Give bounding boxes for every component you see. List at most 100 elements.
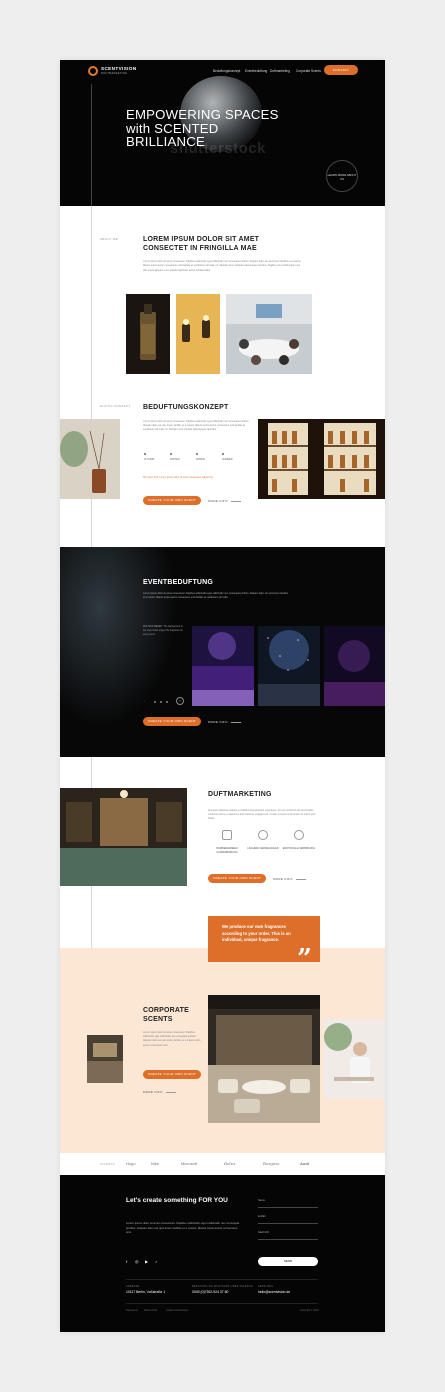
accessibility-icon [222, 830, 232, 840]
corporate-text: Lorem ipsum dolor sit amet consectetur. … [143, 1031, 201, 1047]
concept-more-link[interactable]: MORE INFO [208, 499, 241, 503]
phone-link[interactable]: 0049 (0)7262-924 37 80 [192, 1290, 228, 1294]
corporate-cta-button[interactable]: CREATE YOUR OWN SCENT [143, 1070, 201, 1079]
carousel-dot[interactable] [160, 701, 162, 703]
email-field-label: E-Mail [258, 1215, 266, 1218]
cookie-settings-link[interactable]: Cookie-Einstellungen [166, 1309, 189, 1312]
season-autumn: AUTUMN [144, 458, 155, 461]
quote-text: We produce our own fragrances according … [222, 924, 291, 943]
perfume-shelf-image [258, 419, 385, 499]
emotion-icon [294, 830, 304, 840]
concept-text: Lorem ipsum dolor sit amet consectetur. … [143, 420, 250, 432]
client-logo: Rolex [224, 1161, 236, 1166]
logo-icon[interactable] [88, 66, 98, 76]
nav-item-corporate-scents[interactable]: Corporate Scents [296, 69, 321, 73]
clock-icon [258, 830, 268, 840]
brand-name[interactable]: SCENTVISION [101, 66, 137, 71]
corporate-more-link[interactable]: MORE INFO [143, 1090, 176, 1094]
lounge-small-image [87, 1035, 123, 1083]
privacy-link[interactable]: Datenschutz [144, 1309, 157, 1312]
footer-title: Let's create something FOR YOU [126, 1197, 228, 1204]
footer: Let's create something FOR YOU Lorem ips… [60, 1175, 385, 1332]
learn-more-circle-button[interactable]: LEARN MORE ABOUT US [326, 160, 358, 192]
concept-label: DUFTIG KONZEPT [100, 404, 131, 408]
address-value: 10117 Berlin, Voßstraße 1 [126, 1290, 166, 1294]
client-logo: Audi [300, 1161, 309, 1166]
send-button[interactable]: SEND [258, 1257, 318, 1266]
feature-label-1: BARRIEREFREIEN KUNDENBINDUNG [216, 847, 238, 854]
season-summer: SUMMER [222, 458, 233, 461]
email-field[interactable] [258, 1223, 318, 1224]
name-field[interactable] [258, 1207, 318, 1208]
concept-cta-button[interactable]: CREATE YOUR OWN SCENT [143, 496, 201, 505]
contact-button[interactable]: KONTAKT [324, 65, 358, 75]
name-field-label: Name [258, 1199, 265, 1202]
season-dot [170, 453, 172, 455]
corporate-lounge-image [208, 995, 320, 1123]
event-section: EVENTBEDUFTUNG Lorem ipsum dolor sit ame… [60, 547, 385, 757]
marketing-more-link[interactable]: MORE INFO [273, 877, 306, 881]
carousel-dot[interactable] [166, 701, 168, 703]
intro-label: ABOUT ME [100, 237, 119, 241]
event-photo-3 [324, 626, 385, 706]
hero-guide-line [91, 84, 92, 206]
client-logo: Burgess [263, 1161, 280, 1166]
season-dot [196, 453, 198, 455]
marketing-text: Scented marketing enables a multidimensi… [208, 809, 316, 821]
marketing-title: DUFTMARKETING [208, 791, 272, 798]
imprint-link[interactable]: Impressum [126, 1309, 138, 1312]
youtube-icon[interactable]: ▶ [145, 1259, 148, 1264]
message-field-label: Nachricht [258, 1231, 269, 1234]
concept-note: Wir leben Duft. Lorem ipsum dolor sit am… [143, 476, 214, 479]
facebook-icon[interactable]: f [126, 1259, 127, 1264]
woman-working-image [324, 1019, 385, 1099]
page: SCENTVISION DUFTMARKETING Beduftungskonz… [60, 60, 385, 1332]
marketing-cta-button[interactable]: CREATE YOUR OWN SCENT [208, 874, 266, 883]
address-label: ADRESSE [126, 1285, 140, 1288]
concept-title: BEDUFTUNGSKONZEPT [143, 404, 229, 411]
hero-section: SCENTVISION DUFTMARKETING Beduftungskonz… [60, 60, 385, 206]
footer-divider [126, 1303, 318, 1304]
email-link[interactable]: hello@scentvision.de [258, 1290, 290, 1294]
feature-label-2: LÄNGERE VERWEILDAUER [247, 847, 279, 850]
nav-item-duftmarketing[interactable]: Duftmarketing [270, 69, 290, 73]
carousel-next-icon[interactable]: › [176, 697, 184, 705]
season-winter: WINTER [170, 458, 180, 461]
message-field[interactable] [258, 1239, 318, 1240]
quote-box: We produce our own fragrances according … [208, 916, 320, 972]
season-dot [144, 453, 146, 455]
instagram-icon[interactable]: ◎ [135, 1259, 139, 1264]
event-side-text: WIR SIND BEREIT. The background of our s… [143, 626, 183, 636]
tiktok-icon[interactable]: ♪ [155, 1259, 157, 1264]
brand-subtitle: DUFTMARKETING [101, 72, 128, 75]
season-dot [222, 453, 224, 455]
reed-diffuser-image [60, 419, 120, 499]
clients-label: CLIENTS [100, 1162, 115, 1166]
meeting-room-image [226, 294, 312, 374]
corporate-title: CORPORATE SCENTS [143, 1007, 190, 1023]
event-cta-button[interactable]: CREATE YOUR OWN SCENT [143, 717, 201, 726]
client-logo: Hugo [126, 1161, 136, 1166]
nav-item-beduftungskonzept[interactable]: Beduftungskonzept [213, 69, 240, 73]
event-photo-2 [258, 626, 320, 706]
event-title: EVENTBEDUFTUNG [143, 579, 214, 586]
carousel-dot[interactable] [154, 701, 156, 703]
feature-label-3: EMOTIONALE VERBINDUNG [282, 847, 316, 850]
watermark: shutterstock [170, 140, 267, 157]
perfume-bottle-image [126, 294, 170, 374]
season-spring: SPRING [196, 458, 206, 461]
intro-text: Lorem ipsum dolor sit amet consectetur. … [143, 260, 302, 272]
intro-title: LOREM IPSUM DOLOR SIT AMET CONSECTET IN … [143, 236, 260, 252]
carousel-prev-icon[interactable]: ‹ [144, 699, 145, 703]
event-photo-1 [192, 626, 254, 706]
nav-item-eventbeduftung[interactable]: Eventbeduftung [245, 69, 267, 73]
event-text: Lorem ipsum dolor sit amet consectetur. … [143, 592, 288, 600]
event-more-link[interactable]: MORE INFO [208, 720, 241, 724]
client-logos: CLIENTS Hugo Nike Microsoft Rolex Burges… [60, 1153, 385, 1175]
email-label: SEND MAIL [258, 1285, 274, 1288]
footer-divider [126, 1279, 318, 1280]
quote-mark-icon: ” [297, 944, 312, 974]
phone-label: BERATUNG VIA WHATSAPP ODER TELEFON [192, 1285, 253, 1288]
client-logo: Nike [151, 1161, 160, 1166]
store-interior-image [60, 788, 187, 886]
